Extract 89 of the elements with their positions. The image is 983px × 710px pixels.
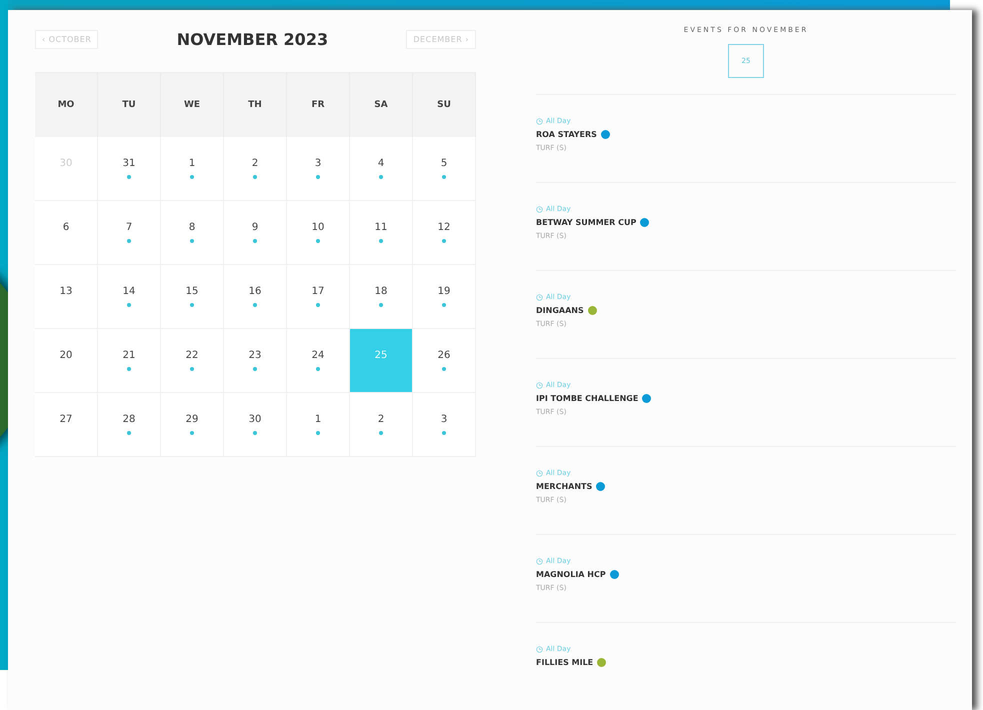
- day-number: 11: [374, 222, 388, 233]
- day-number: 4: [378, 158, 384, 169]
- day-cell[interactable]: 3: [413, 393, 476, 457]
- clock-icon: [536, 382, 543, 389]
- day-cell[interactable]: 4: [350, 137, 413, 201]
- day-cell[interactable]: 21: [98, 329, 161, 393]
- clock-icon: [536, 206, 543, 213]
- day-number: 19: [438, 286, 450, 297]
- weekday-header: TU: [98, 73, 161, 137]
- day-cell[interactable]: 1: [287, 393, 350, 457]
- day-cell[interactable]: 3: [287, 137, 350, 201]
- day-cell[interactable]: 5: [413, 137, 476, 201]
- day-cell[interactable]: 12: [413, 201, 476, 265]
- day-cell[interactable]: 9: [224, 201, 287, 265]
- day-cell[interactable]: 30: [224, 393, 287, 457]
- day-cell[interactable]: 20: [35, 329, 98, 393]
- weekday-header: TH: [224, 73, 287, 137]
- day-number: 28: [122, 414, 136, 425]
- day-cell[interactable]: 31: [98, 137, 161, 201]
- day-number: 25: [374, 350, 388, 361]
- day-cell[interactable]: 13: [35, 265, 98, 329]
- day-number: 26: [438, 350, 450, 361]
- event-name[interactable]: FILLIES MILE: [536, 658, 594, 668]
- day-number: 3: [314, 158, 322, 169]
- day-number: 10: [312, 222, 324, 233]
- weekday-header: SU: [413, 73, 476, 137]
- day-number: 1: [314, 414, 322, 425]
- day-cell[interactable]: 16: [224, 265, 287, 329]
- day-cell[interactable]: 2: [350, 393, 413, 457]
- day-number: 31: [122, 158, 136, 169]
- day-cell[interactable]: 27: [35, 393, 98, 457]
- day-number: 8: [188, 222, 196, 233]
- clock-icon: [536, 558, 543, 565]
- day-cell[interactable]: 1: [161, 137, 224, 201]
- day-number: 5: [440, 158, 448, 169]
- clock-icon: [536, 646, 543, 653]
- day-number: 1: [188, 158, 196, 169]
- day-number: 15: [186, 286, 198, 297]
- day-cell[interactable]: 11: [350, 201, 413, 265]
- day-number: 27: [60, 414, 72, 425]
- day-number: 6: [62, 222, 70, 233]
- day-number: 2: [378, 414, 384, 425]
- event-name[interactable]: BETWAY SUMMER CUP: [536, 218, 636, 228]
- event-name[interactable]: MERCHANTS: [536, 482, 592, 492]
- weekday-header: MO: [35, 73, 98, 137]
- day-cell[interactable]: 29: [161, 393, 224, 457]
- day-number: 18: [374, 286, 388, 297]
- event-name[interactable]: DINGAANS: [536, 306, 584, 316]
- clock-icon: [536, 294, 543, 301]
- day-number: 13: [60, 286, 72, 297]
- day-cell[interactable]: 15: [161, 265, 224, 329]
- day-cell[interactable]: 10: [287, 201, 350, 265]
- clock-icon: [536, 118, 543, 125]
- day-number: 9: [252, 222, 258, 233]
- day-number: 24: [312, 350, 324, 361]
- clock-icon: [536, 470, 543, 477]
- day-cell[interactable]: 18: [350, 265, 413, 329]
- day-cell[interactable]: 19: [413, 265, 476, 329]
- event-name[interactable]: IPI TOMBE CHALLENGE: [536, 394, 638, 404]
- weekday-header: SA: [350, 73, 413, 137]
- event-name[interactable]: MAGNOLIA HCP: [536, 570, 606, 580]
- day-number: 16: [248, 286, 262, 297]
- event-name[interactable]: ROA STAYERS: [536, 130, 597, 140]
- weekday-header: FR: [287, 73, 350, 137]
- day-number: 12: [438, 222, 450, 233]
- day-cell[interactable]: 22: [161, 329, 224, 393]
- day-number: 22: [186, 350, 198, 361]
- day-cell[interactable]: 28: [98, 393, 161, 457]
- day-cell[interactable]: 8: [161, 201, 224, 265]
- day-number: 29: [186, 414, 198, 425]
- day-number: 17: [312, 286, 324, 297]
- day-number: 14: [122, 286, 136, 297]
- day-cell[interactable]: 24: [287, 329, 350, 393]
- day-cell[interactable]: 7: [98, 201, 161, 265]
- day-cell[interactable]: 23: [224, 329, 287, 393]
- day-number: 23: [248, 350, 262, 361]
- day-number: 21: [122, 350, 136, 361]
- day-number: 30: [248, 414, 262, 425]
- day-cell[interactable]: 6: [35, 201, 98, 265]
- day-cell[interactable]: 2: [224, 137, 287, 201]
- day-cell[interactable]: 26: [413, 329, 476, 393]
- day-number: 2: [252, 158, 258, 169]
- weekday-header: WE: [161, 73, 224, 137]
- day-number: 7: [126, 222, 132, 233]
- day-number: 20: [60, 350, 72, 361]
- day-cell[interactable]: 17: [287, 265, 350, 329]
- month-title: NOVEMBER 2023: [176, 30, 328, 48]
- day-cell[interactable]: 14: [98, 265, 161, 329]
- day-number: 3: [440, 414, 448, 425]
